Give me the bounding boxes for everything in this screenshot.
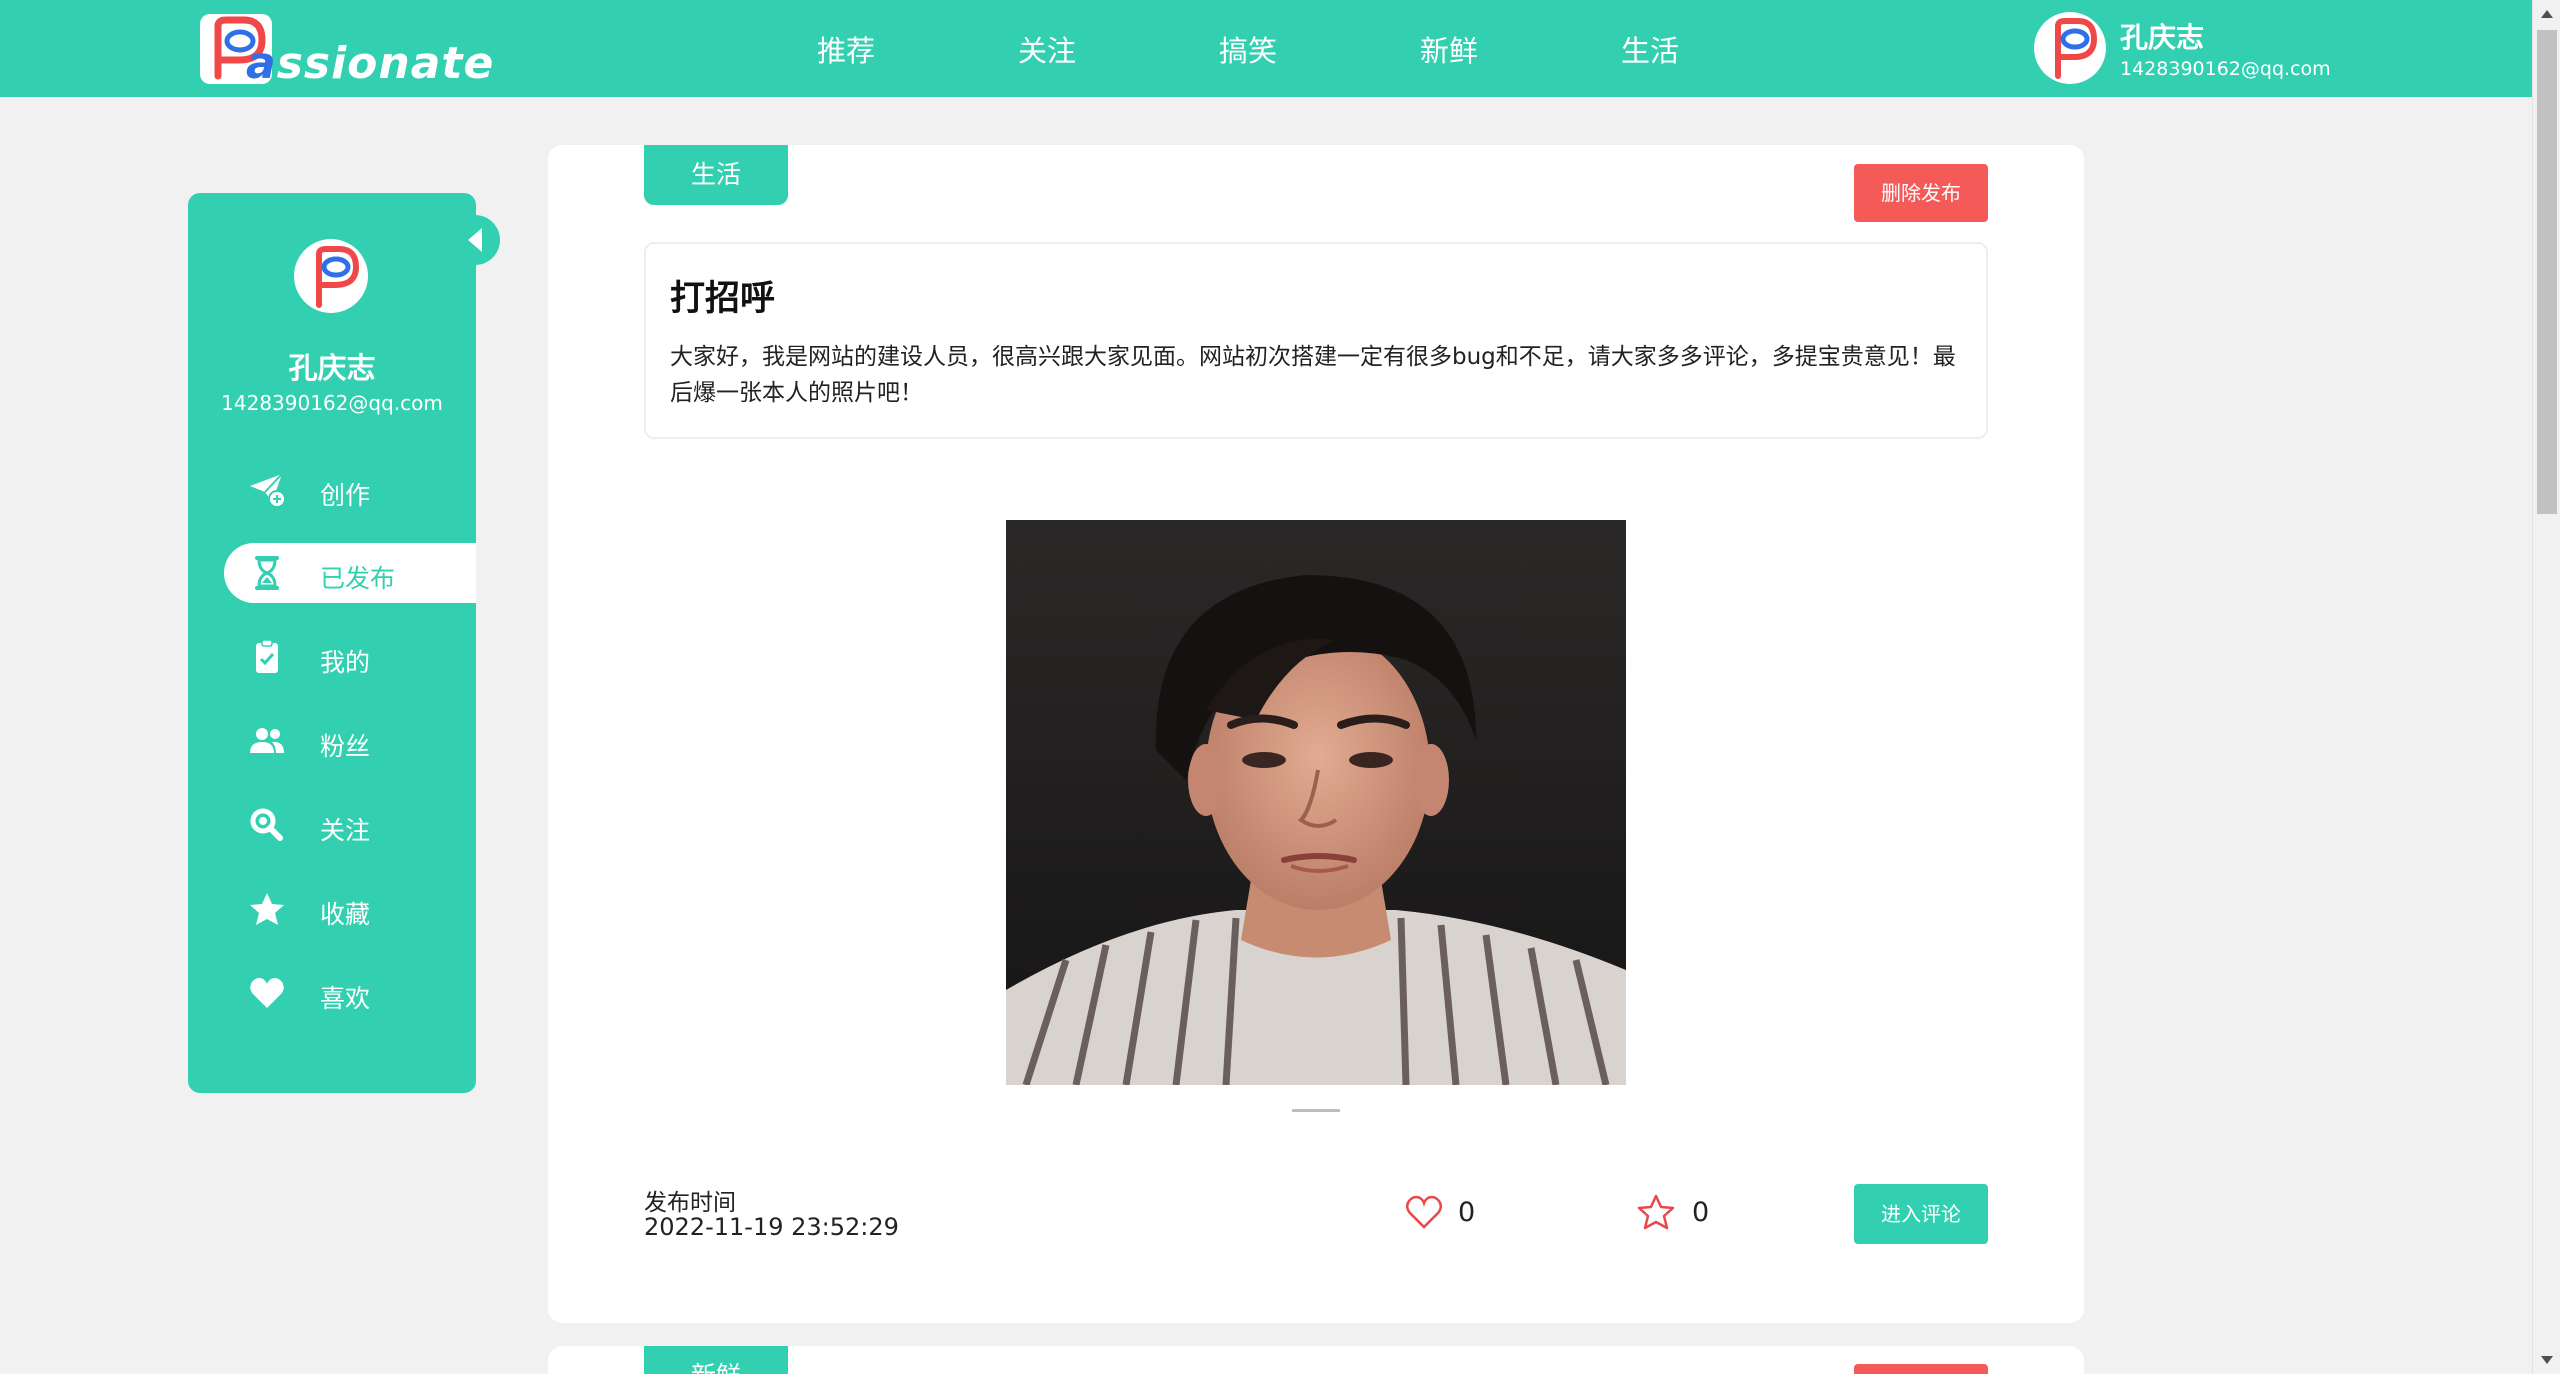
sidebar-item-label: 关注 <box>320 816 371 845</box>
avatar[interactable] <box>2034 12 2106 84</box>
sidebar-item-mine[interactable]: 我的 <box>224 627 476 687</box>
sidebar-item-label: 已发布 <box>320 564 396 593</box>
like-heart-icon[interactable] <box>1404 1193 1444 1231</box>
header-user-email: 1428390162@qq.com <box>2120 58 2331 80</box>
nav-tab-life[interactable]: 生活 <box>1590 28 1710 70</box>
sidebar-item-fans[interactable]: 粉丝 <box>224 711 476 771</box>
users-icon <box>250 728 284 753</box>
paper-plane-plus-icon <box>250 473 286 508</box>
search-icon <box>250 808 283 841</box>
favorite-star-icon[interactable] <box>1636 1193 1676 1231</box>
sidebar-user-email: 1428390162@qq.com <box>221 391 443 415</box>
sidebar-item-published[interactable]: 已发布 <box>224 543 476 603</box>
post-category-tag[interactable]: 生活 <box>644 145 788 205</box>
favorite-count: 0 <box>1692 1197 1710 1228</box>
star-icon <box>250 893 284 925</box>
logo-text: assionate <box>246 38 495 89</box>
post-body: 大家好，我是网站的建设人员，很高兴跟大家见面。网站初次搭建一定有很多bug和不足… <box>670 344 1956 406</box>
scroll-up-arrow-icon[interactable] <box>2541 10 2553 18</box>
carousel-indicator[interactable] <box>1292 1109 1340 1112</box>
nav-tab-funny[interactable]: 搞笑 <box>1188 28 1308 70</box>
nav-tab-recommend[interactable]: 推荐 <box>786 28 906 70</box>
sidebar-avatar[interactable] <box>294 239 368 313</box>
sidebar-item-label: 粉丝 <box>320 732 371 761</box>
sidebar-item-following[interactable]: 关注 <box>224 795 476 855</box>
next-post-delete-button[interactable] <box>1854 1364 1988 1374</box>
post-photo[interactable] <box>1006 520 1626 1085</box>
scroll-thumb[interactable] <box>2537 30 2557 514</box>
triangle-left-icon <box>468 228 482 252</box>
sidebar-item-label: 收藏 <box>320 900 371 929</box>
top-navigation-bar: assionate 推荐 关注 搞笑 新鲜 生活 孔庆志 1428390162@… <box>0 0 2532 97</box>
post-content-box: 打招呼 大家好，我是网站的建设人员，很高兴跟大家见面。网站初次搭建一定有很多bu… <box>644 242 1988 439</box>
next-post-category-tag[interactable]: 新鲜 <box>644 1346 788 1374</box>
sidebar-item-likes[interactable]: 喜欢 <box>224 963 476 1023</box>
delete-post-button[interactable]: 删除发布 <box>1854 164 1988 222</box>
nav-tab-following[interactable]: 关注 <box>987 28 1107 70</box>
header-user-name: 孔庆志 <box>2120 21 2205 54</box>
next-post-card: 新鲜 <box>548 1346 2084 1374</box>
sidebar-collapse-toggle[interactable] <box>460 215 500 265</box>
sidebar-item-create[interactable]: 创作 <box>224 460 476 520</box>
publish-time-value: 2022-11-19 23:52:29 <box>644 1213 899 1241</box>
sidebar-item-label: 我的 <box>320 648 371 677</box>
nav-tab-fresh[interactable]: 新鲜 <box>1389 28 1509 70</box>
sidebar-item-favorites[interactable]: 收藏 <box>224 879 476 939</box>
enter-comments-button[interactable]: 进入评论 <box>1854 1184 1988 1244</box>
sidebar: 孔庆志 1428390162@qq.com 创作 已发布 我的 粉丝 关注 收藏… <box>188 193 476 1093</box>
sidebar-item-label: 喜欢 <box>320 984 371 1013</box>
site-logo[interactable]: assionate <box>200 14 493 89</box>
page-scrollbar[interactable] <box>2532 0 2560 1374</box>
publish-time-label: 发布时间 <box>644 1190 736 1216</box>
post-title: 打招呼 <box>670 279 776 319</box>
like-count: 0 <box>1458 1197 1476 1228</box>
heart-icon <box>250 978 284 1008</box>
post-card: 生活 删除发布 打招呼 大家好，我是网站的建设人员，很高兴跟大家见面。网站初次搭… <box>548 145 2084 1323</box>
scroll-down-arrow-icon[interactable] <box>2541 1356 2553 1364</box>
sidebar-user-name: 孔庆志 <box>288 351 376 385</box>
sidebar-item-label: 创作 <box>320 481 371 510</box>
hourglass-icon <box>255 556 279 590</box>
clipboard-check-icon <box>256 639 278 673</box>
